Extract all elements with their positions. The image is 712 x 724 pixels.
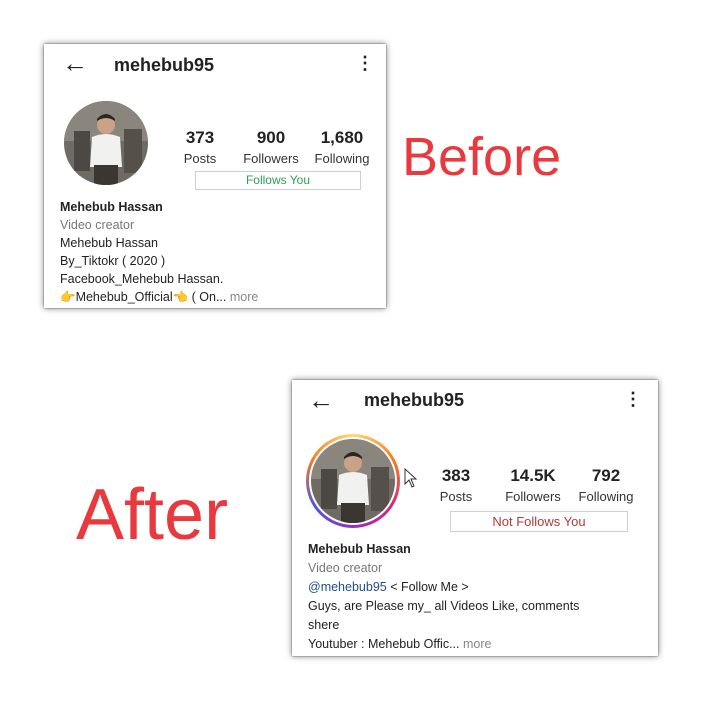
follow-status-badge: Follows You	[195, 171, 361, 190]
following-label: Following	[314, 151, 370, 166]
more-options-icon[interactable]: ⋮	[356, 53, 374, 74]
following-count[interactable]: 1,680 Following	[304, 128, 380, 166]
followers-label: Followers	[505, 489, 561, 504]
posts-value: 373	[185, 128, 215, 147]
bio-truncated-text: 👉Mehebub_Official👈 ( On...	[60, 290, 227, 304]
bio-last-line: 👉Mehebub_Official👈 ( On... more	[60, 288, 258, 306]
back-arrow-icon[interactable]: ←	[62, 50, 88, 76]
profile-photo	[311, 439, 395, 523]
profile-card-after: ← mehebub95 ⋮ 383 Posts 14.5K Followers …	[292, 380, 658, 656]
more-link[interactable]: more	[230, 290, 258, 304]
posts-label: Posts	[439, 489, 473, 504]
bio-line: Facebook_Mehebub Hassan.	[60, 272, 224, 286]
avatar	[311, 439, 395, 523]
following-count[interactable]: 792 Following	[568, 466, 644, 504]
following-value: 792	[591, 466, 621, 485]
posts-count[interactable]: 373 Posts	[162, 128, 238, 166]
followers-value: 14.5K	[510, 466, 556, 485]
bio-line: Mehebub Hassan	[60, 236, 158, 250]
following-value: 1,680	[320, 128, 364, 147]
bio-line: shere	[308, 618, 340, 632]
profile-header: ← mehebub95 ⋮	[292, 380, 658, 418]
display-name: Mehebub Hassan	[308, 542, 411, 556]
profile-bio: Mehebub Hassan Video creator Mehebub Has…	[60, 198, 258, 306]
bio-last-line: Youtuber : Mehebub Offic... more	[308, 635, 579, 654]
avatar[interactable]	[64, 101, 148, 185]
after-caption: After	[76, 475, 229, 555]
story-ring[interactable]	[306, 434, 400, 528]
profile-photo	[64, 101, 148, 185]
profile-username: mehebub95	[364, 390, 465, 410]
mention-link[interactable]: @mehebub95	[308, 580, 387, 594]
followers-count[interactable]: 900 Followers	[233, 128, 309, 166]
following-label: Following	[578, 489, 634, 504]
mention-suffix: < Follow Me >	[386, 580, 469, 594]
bio-line: Guys, are Please my_ all Videos Like, co…	[308, 599, 580, 613]
category-label: Video creator	[308, 561, 383, 575]
followers-value: 900	[256, 128, 286, 147]
posts-label: Posts	[183, 151, 217, 166]
profile-bio: Mehebub Hassan Video creator @mehebub95 …	[308, 540, 579, 654]
bio-truncated-text: Youtuber : Mehebub Offic...	[308, 637, 460, 651]
more-options-icon[interactable]: ⋮	[624, 389, 642, 410]
posts-count[interactable]: 383 Posts	[418, 466, 494, 504]
profile-card-before: ← mehebub95 ⋮ 373 Posts 900 Followers 1,…	[44, 44, 386, 308]
back-arrow-icon[interactable]: ←	[308, 387, 334, 413]
posts-value: 383	[441, 466, 471, 485]
bio-mention-line: @mehebub95 < Follow Me >	[308, 578, 579, 597]
followers-count[interactable]: 14.5K Followers	[495, 466, 571, 504]
display-name: Mehebub Hassan	[60, 200, 163, 214]
before-caption: Before	[402, 127, 562, 187]
category-label: Video creator	[60, 218, 135, 232]
profile-header: ← mehebub95 ⋮	[44, 44, 386, 82]
bio-line: By_Tiktokr ( 2020 )	[60, 254, 166, 268]
more-link[interactable]: more	[463, 637, 491, 651]
profile-username: mehebub95	[114, 55, 215, 75]
follow-status-badge: Not Follows You	[450, 511, 628, 532]
mouse-cursor-icon	[404, 468, 418, 488]
followers-label: Followers	[243, 151, 299, 166]
